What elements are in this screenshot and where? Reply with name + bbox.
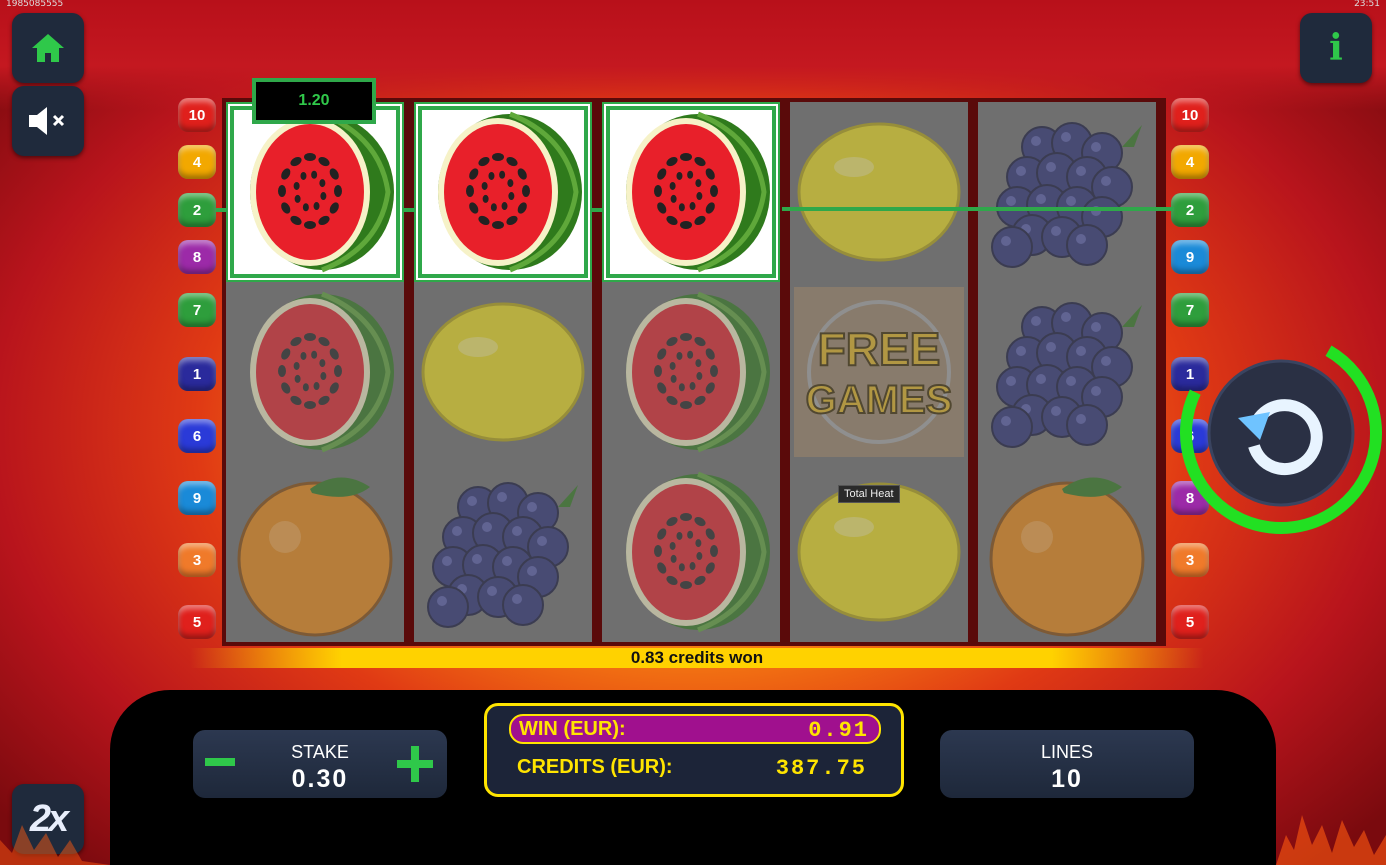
sound-muted-icon xyxy=(29,107,65,135)
svg-text:FREE: FREE xyxy=(818,323,941,375)
payline-badge-9: 9 xyxy=(1171,240,1209,274)
line-win-label: 1.20 xyxy=(252,78,376,124)
win-message: 0.83 credits won xyxy=(190,648,1204,668)
symbol-watermelon xyxy=(414,102,592,282)
info-icon: i xyxy=(1329,27,1343,69)
symbol-watermelon xyxy=(226,102,404,282)
payline-badge-4: 4 xyxy=(1171,145,1209,179)
payline-badge-6: 6 xyxy=(178,419,216,453)
tooltip: Total Heat xyxy=(838,485,900,503)
reel-1 xyxy=(226,102,404,642)
payline-badge-7: 7 xyxy=(178,293,216,327)
reel-5 xyxy=(978,102,1156,642)
symbol-watermelon xyxy=(602,462,780,642)
payline-2-line xyxy=(782,207,1174,211)
symbol-grapes xyxy=(978,102,1156,282)
symbol-grapes xyxy=(414,462,592,642)
payline-badge-9: 9 xyxy=(178,481,216,515)
payline-badge-7: 7 xyxy=(1171,293,1209,327)
balance-box: WIN (EUR): 0.91 CREDITS (EUR): 387.75 xyxy=(484,703,904,797)
payline-segment xyxy=(404,208,416,212)
spin-button[interactable] xyxy=(1176,330,1386,540)
spin-icon xyxy=(1238,399,1323,476)
payline-badge-2: 2 xyxy=(1171,193,1209,227)
status-bar: 1985085555 23:51 xyxy=(0,0,1386,10)
stake-panel: STAKE 0.30 xyxy=(193,730,447,798)
reel-2 xyxy=(414,102,592,642)
win-label: WIN (EUR): xyxy=(519,718,626,740)
payline-badge-10: 10 xyxy=(1171,98,1209,132)
lines-value: 10 xyxy=(1051,765,1083,793)
clock: 23:51 xyxy=(1354,0,1380,9)
payline-segment xyxy=(592,208,604,212)
symbol-orange xyxy=(978,462,1156,642)
payline-badge-10: 10 xyxy=(178,98,216,132)
win-value: 0.91 xyxy=(808,718,869,743)
top-gradient xyxy=(0,0,1386,110)
payline-segment xyxy=(216,208,228,212)
home-button[interactable] xyxy=(12,13,84,83)
symbol-free-games: FREE GAMES xyxy=(790,282,968,462)
symbol-watermelon xyxy=(602,282,780,462)
reel-3 xyxy=(602,102,780,642)
symbol-watermelon xyxy=(226,282,404,462)
info-button[interactable]: i xyxy=(1300,13,1372,83)
symbol-grapes xyxy=(978,282,1156,462)
stake-plus-button[interactable] xyxy=(397,746,433,782)
payline-badge-3: 3 xyxy=(178,543,216,577)
payline-badge-1: 1 xyxy=(178,357,216,391)
symbol-watermelon xyxy=(602,102,780,282)
reel-4: FREE GAMES xyxy=(790,102,968,642)
payline-badge-3: 3 xyxy=(1171,543,1209,577)
credits-value: 387.75 xyxy=(775,756,867,781)
svg-text:GAMES: GAMES xyxy=(806,378,953,422)
sound-button[interactable] xyxy=(12,86,84,156)
symbol-orange xyxy=(226,462,404,642)
symbol-lemon xyxy=(790,102,968,282)
payline-badge-4: 4 xyxy=(178,145,216,179)
payline-badge-5: 5 xyxy=(178,605,216,639)
payline-badge-5: 5 xyxy=(1171,605,1209,639)
payline-badge-2: 2 xyxy=(178,193,216,227)
lines-button[interactable]: LINES 10 xyxy=(940,730,1194,798)
credits-label: CREDITS (EUR): xyxy=(517,756,673,778)
win-row: WIN (EUR): 0.91 xyxy=(509,714,881,744)
symbol-lemon xyxy=(414,282,592,462)
payline-badge-8: 8 xyxy=(178,240,216,274)
home-icon xyxy=(32,34,64,62)
session-id: 1985085555 xyxy=(6,0,64,9)
lines-label: LINES xyxy=(1040,742,1094,762)
flame-decoration xyxy=(0,825,110,865)
flame-decoration xyxy=(1276,815,1386,865)
